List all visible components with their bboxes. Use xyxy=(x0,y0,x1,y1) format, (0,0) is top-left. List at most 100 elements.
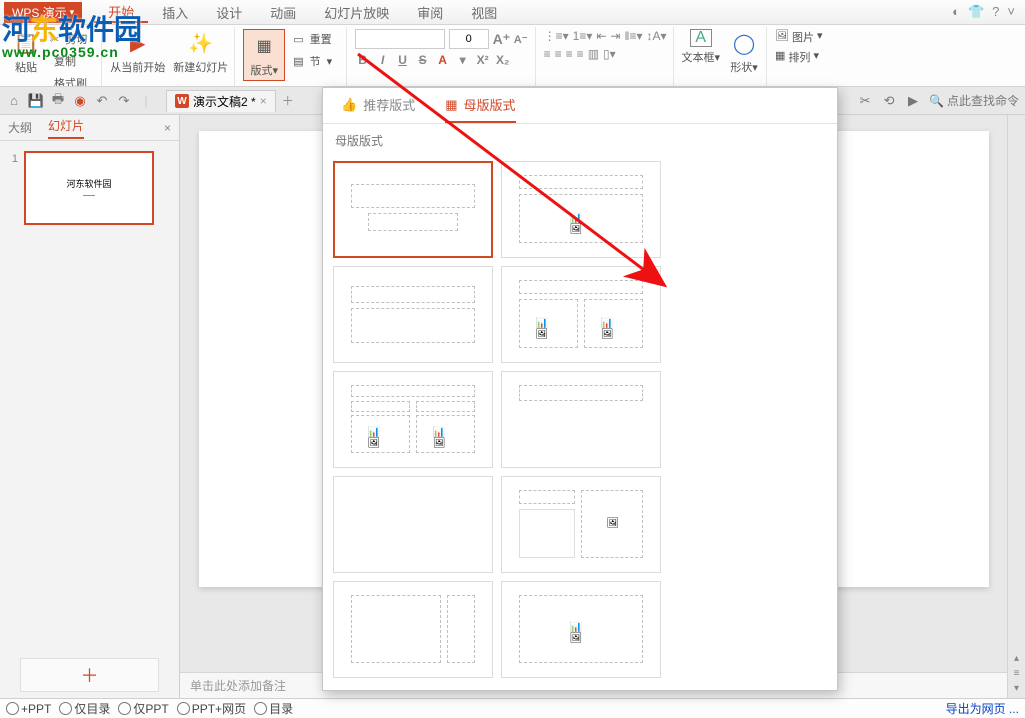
export-web-link[interactable]: 导出为网页 ... xyxy=(946,700,1019,717)
recommended-layout-tab[interactable]: 👍 推荐版式 xyxy=(341,88,415,123)
menu-animation[interactable]: 动画 xyxy=(256,3,310,22)
qa-redo-icon[interactable]: ↷ xyxy=(116,93,132,109)
layout-title-only[interactable] xyxy=(501,371,661,468)
doc-close-icon[interactable]: × xyxy=(260,94,267,108)
layout-vertical-title-text[interactable] xyxy=(333,581,493,678)
scroll-down-icon[interactable]: ▾ xyxy=(1008,679,1025,698)
outline-tab[interactable]: 大纲 xyxy=(8,119,32,136)
ribbon-clipboard: 📋 粘贴 ✂ 剪切 复制 格式刷 xyxy=(4,27,102,86)
skin-icon[interactable]: ◐ xyxy=(952,4,960,20)
font-name-input[interactable] xyxy=(355,29,445,49)
opt-toc[interactable]: 目录 xyxy=(254,700,293,717)
thumb-subtitle: —— xyxy=(83,193,95,199)
shirt-icon[interactable]: 👕 xyxy=(968,4,984,20)
opt-toc-only[interactable]: 仅目录 xyxy=(59,700,110,717)
menu-insert[interactable]: 插入 xyxy=(148,3,202,22)
slide-number: 1 xyxy=(6,151,18,225)
scroll-marker-icon[interactable]: ≡ xyxy=(1008,668,1025,679)
menu-review[interactable]: 审阅 xyxy=(403,3,457,22)
layout-two-content[interactable]: 📊🖼 📊🖼 xyxy=(501,266,661,363)
shapes-button[interactable]: ◯ 形状▾ xyxy=(728,29,760,75)
columns-button[interactable]: ▥ xyxy=(588,47,599,61)
export-bar: +PPT 仅目录 仅PPT PPT+网页 目录 导出为网页 ... xyxy=(0,698,1025,718)
close-panel-icon[interactable]: × xyxy=(164,121,171,135)
document-tab[interactable]: W 演示文稿2 * × xyxy=(166,90,276,112)
layout-blank[interactable] xyxy=(333,476,493,573)
shrink-font-button[interactable]: A⁻ xyxy=(513,33,529,46)
subscript-button[interactable]: X₂ xyxy=(495,53,511,67)
layout-title-slide[interactable] xyxy=(333,161,493,258)
menu-start[interactable]: 开始 xyxy=(94,2,148,23)
strike-button[interactable]: S xyxy=(415,53,431,67)
superscript-button[interactable]: X² xyxy=(475,53,491,67)
tool-icon-2[interactable]: ⟲ xyxy=(881,93,897,109)
menu-slideshow[interactable]: 幻灯片放映 xyxy=(310,3,403,22)
menu-design[interactable]: 设计 xyxy=(202,3,256,22)
new-tab-button[interactable]: ＋ xyxy=(282,92,294,109)
text-direction-button[interactable]: ↕A▾ xyxy=(646,29,666,43)
opt-ppt-only[interactable]: 仅PPT xyxy=(118,700,168,717)
layout-comparison[interactable]: 📊🖼 📊🖼 xyxy=(333,371,493,468)
layout-popup: 👍 推荐版式 ▦ 母版版式 母版版式 📊🖼 xyxy=(322,87,838,691)
slides-tab[interactable]: 幻灯片 xyxy=(48,117,84,139)
thumbs-up-icon: 👍 xyxy=(341,97,357,113)
from-current-button[interactable]: ▶ 从当前开始 xyxy=(110,29,165,75)
opt-ppt-web[interactable]: PPT+网页 xyxy=(177,700,246,717)
layout-picture-caption[interactable]: 🖼 xyxy=(501,476,661,573)
vertical-scrollbar[interactable]: ▴ ≡ ▾ xyxy=(1007,115,1025,698)
format-painter-button[interactable]: 格式刷 xyxy=(46,73,95,87)
layout-section-header[interactable] xyxy=(333,266,493,363)
opt-ppt[interactable]: +PPT xyxy=(6,702,51,716)
layout-content-only[interactable]: 📊🖼 xyxy=(501,581,661,678)
align-left-button[interactable]: ≡ xyxy=(544,47,551,61)
slides-panel: 大纲 幻灯片 × 1 河东软件园 —— ＋ xyxy=(0,115,180,698)
line-spacing-button[interactable]: ‖≡▾ xyxy=(624,29,642,43)
section-button[interactable]: ▤ 节▾ xyxy=(289,51,339,71)
layout-button[interactable]: ▦ 版式▾ xyxy=(243,29,285,81)
align-justify-button[interactable]: ≡ xyxy=(577,47,584,61)
add-slide-button[interactable]: ＋ xyxy=(20,658,159,692)
layout-title-content[interactable]: 📊🖼 xyxy=(501,161,661,258)
font-size-input[interactable] xyxy=(449,29,489,49)
copy-button[interactable]: 复制 xyxy=(46,51,95,71)
numbering-button[interactable]: 1≡▾ xyxy=(573,29,593,43)
align-right-button[interactable]: ≡ xyxy=(566,47,573,61)
ribbon-slides: ▶ 从当前开始 ✨ 新建幻灯片 xyxy=(104,27,235,86)
help-icon[interactable]: ? xyxy=(992,4,999,20)
new-slide-button[interactable]: ✨ 新建幻灯片 xyxy=(173,29,228,75)
qa-print-icon[interactable]: 🖶 xyxy=(50,93,66,109)
tool-icon-3[interactable]: ▶ xyxy=(905,93,921,109)
ribbon-layout: ▦ 版式▾ ▭ 重置 ▤ 节▾ xyxy=(237,27,346,86)
bold-button[interactable]: B xyxy=(355,53,371,67)
paste-button[interactable]: 📋 粘贴 xyxy=(10,29,42,87)
qa-undo-icon[interactable]: ↶ xyxy=(94,93,110,109)
grow-font-button[interactable]: A⁺ xyxy=(493,31,509,48)
qa-home-icon[interactable]: ⌂ xyxy=(6,93,22,109)
align-vert-button[interactable]: ▯▾ xyxy=(603,47,616,61)
menubar: WPS 演示 开始 插入 设计 动画 幻灯片放映 审阅 视图 ◐ 👕 ? ˅ xyxy=(0,0,1025,25)
bullets-button[interactable]: ⋮≡▾ xyxy=(544,29,569,43)
qa-preview-icon[interactable]: ◉ xyxy=(72,93,88,109)
menu-view[interactable]: 视图 xyxy=(457,3,511,22)
arrange-button[interactable]: ▦ 排列▾ xyxy=(775,49,823,65)
italic-button[interactable]: I xyxy=(375,53,391,67)
highlight-button[interactable]: ▾ xyxy=(455,53,471,67)
qa-save-icon[interactable]: 💾 xyxy=(28,93,44,109)
slide-thumbnail-1[interactable]: 1 河东软件园 —— xyxy=(6,151,173,225)
indent-dec-button[interactable]: ⇤ xyxy=(596,29,606,43)
picture-button[interactable]: 🖼 图片▾ xyxy=(775,29,823,45)
textbox-button[interactable]: A 文本框▾ xyxy=(682,29,721,75)
font-color-button[interactable]: A xyxy=(435,53,451,67)
cut-button[interactable]: ✂ 剪切 xyxy=(46,29,95,49)
collapse-icon[interactable]: ˅ xyxy=(1007,4,1015,20)
align-center-button[interactable]: ≡ xyxy=(555,47,562,61)
underline-button[interactable]: U xyxy=(395,53,411,67)
master-layout-tab[interactable]: ▦ 母版版式 xyxy=(445,88,515,123)
doc-title: 演示文稿2 * xyxy=(193,93,256,110)
app-name-dropdown[interactable]: WPS 演示 xyxy=(4,2,82,23)
scroll-up-icon[interactable]: ▴ xyxy=(1008,649,1025,668)
indent-inc-button[interactable]: ⇥ xyxy=(610,29,620,43)
search-command[interactable]: 🔍 点此查找命令 xyxy=(929,92,1019,109)
reset-button[interactable]: ▭ 重置 xyxy=(289,29,339,49)
tool-icon-1[interactable]: ✂ xyxy=(857,93,873,109)
